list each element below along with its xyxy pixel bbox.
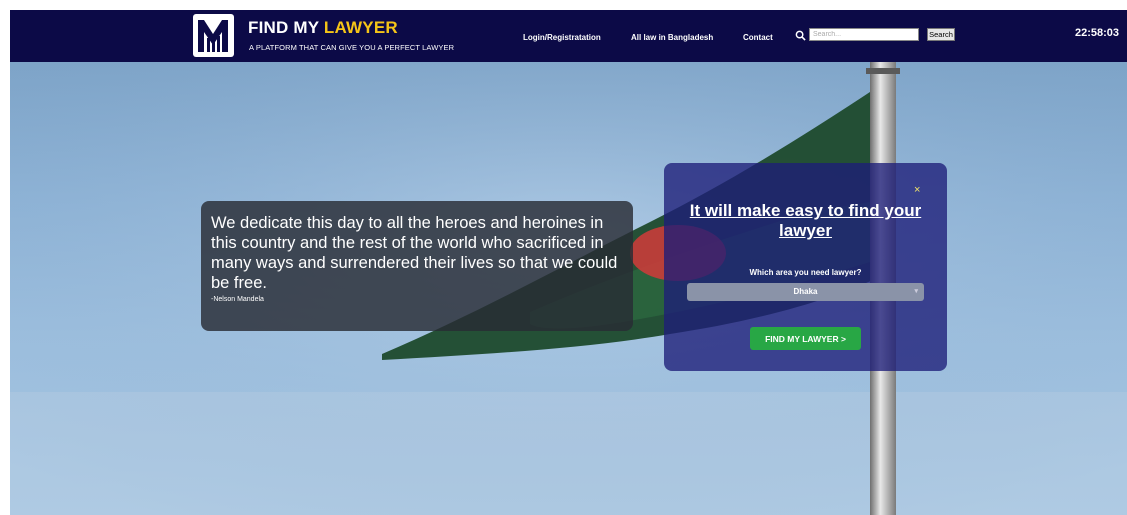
brand-title-main: FIND MY <box>248 18 324 37</box>
area-select[interactable]: Dhaka ▾ <box>687 283 924 301</box>
logo[interactable] <box>193 14 234 57</box>
find-my-lawyer-button[interactable]: FIND MY LAWYER > <box>750 327 861 350</box>
nav-contact[interactable]: Contact <box>743 33 773 42</box>
nav-login-registration[interactable]: Login/Registratation <box>523 33 601 42</box>
quote-author: -Nelson Mandela <box>211 296 264 303</box>
nav-all-law-bangladesh[interactable]: All law in Bangladesh <box>631 33 713 42</box>
find-lawyer-modal: × It will make easy to find your lawyer … <box>664 163 947 371</box>
modal-title: It will make easy to find your lawyer <box>689 201 922 240</box>
search-button[interactable]: Search <box>927 28 955 41</box>
area-label: Which area you need lawyer? <box>749 268 862 277</box>
brand-subtitle: A PLATFORM THAT CAN GIVE YOU A PERFECT L… <box>249 43 455 52</box>
navbar: FIND MY LAWYER A PLATFORM THAT CAN GIVE … <box>10 10 1127 62</box>
brand-title[interactable]: FIND MY LAWYER <box>248 18 398 38</box>
area-select-value: Dhaka <box>793 287 818 296</box>
clock: 22:58:03 <box>1075 27 1120 39</box>
close-icon[interactable]: × <box>914 184 920 196</box>
search-input[interactable] <box>809 28 919 41</box>
brand-title-accent: LAWYER <box>323 18 398 37</box>
chevron-down-icon: ▾ <box>914 288 918 295</box>
search-icon <box>795 30 806 41</box>
quote-card: We dedicate this day to all the heroes a… <box>201 201 633 331</box>
quote-text: We dedicate this day to all the heroes a… <box>211 214 618 292</box>
